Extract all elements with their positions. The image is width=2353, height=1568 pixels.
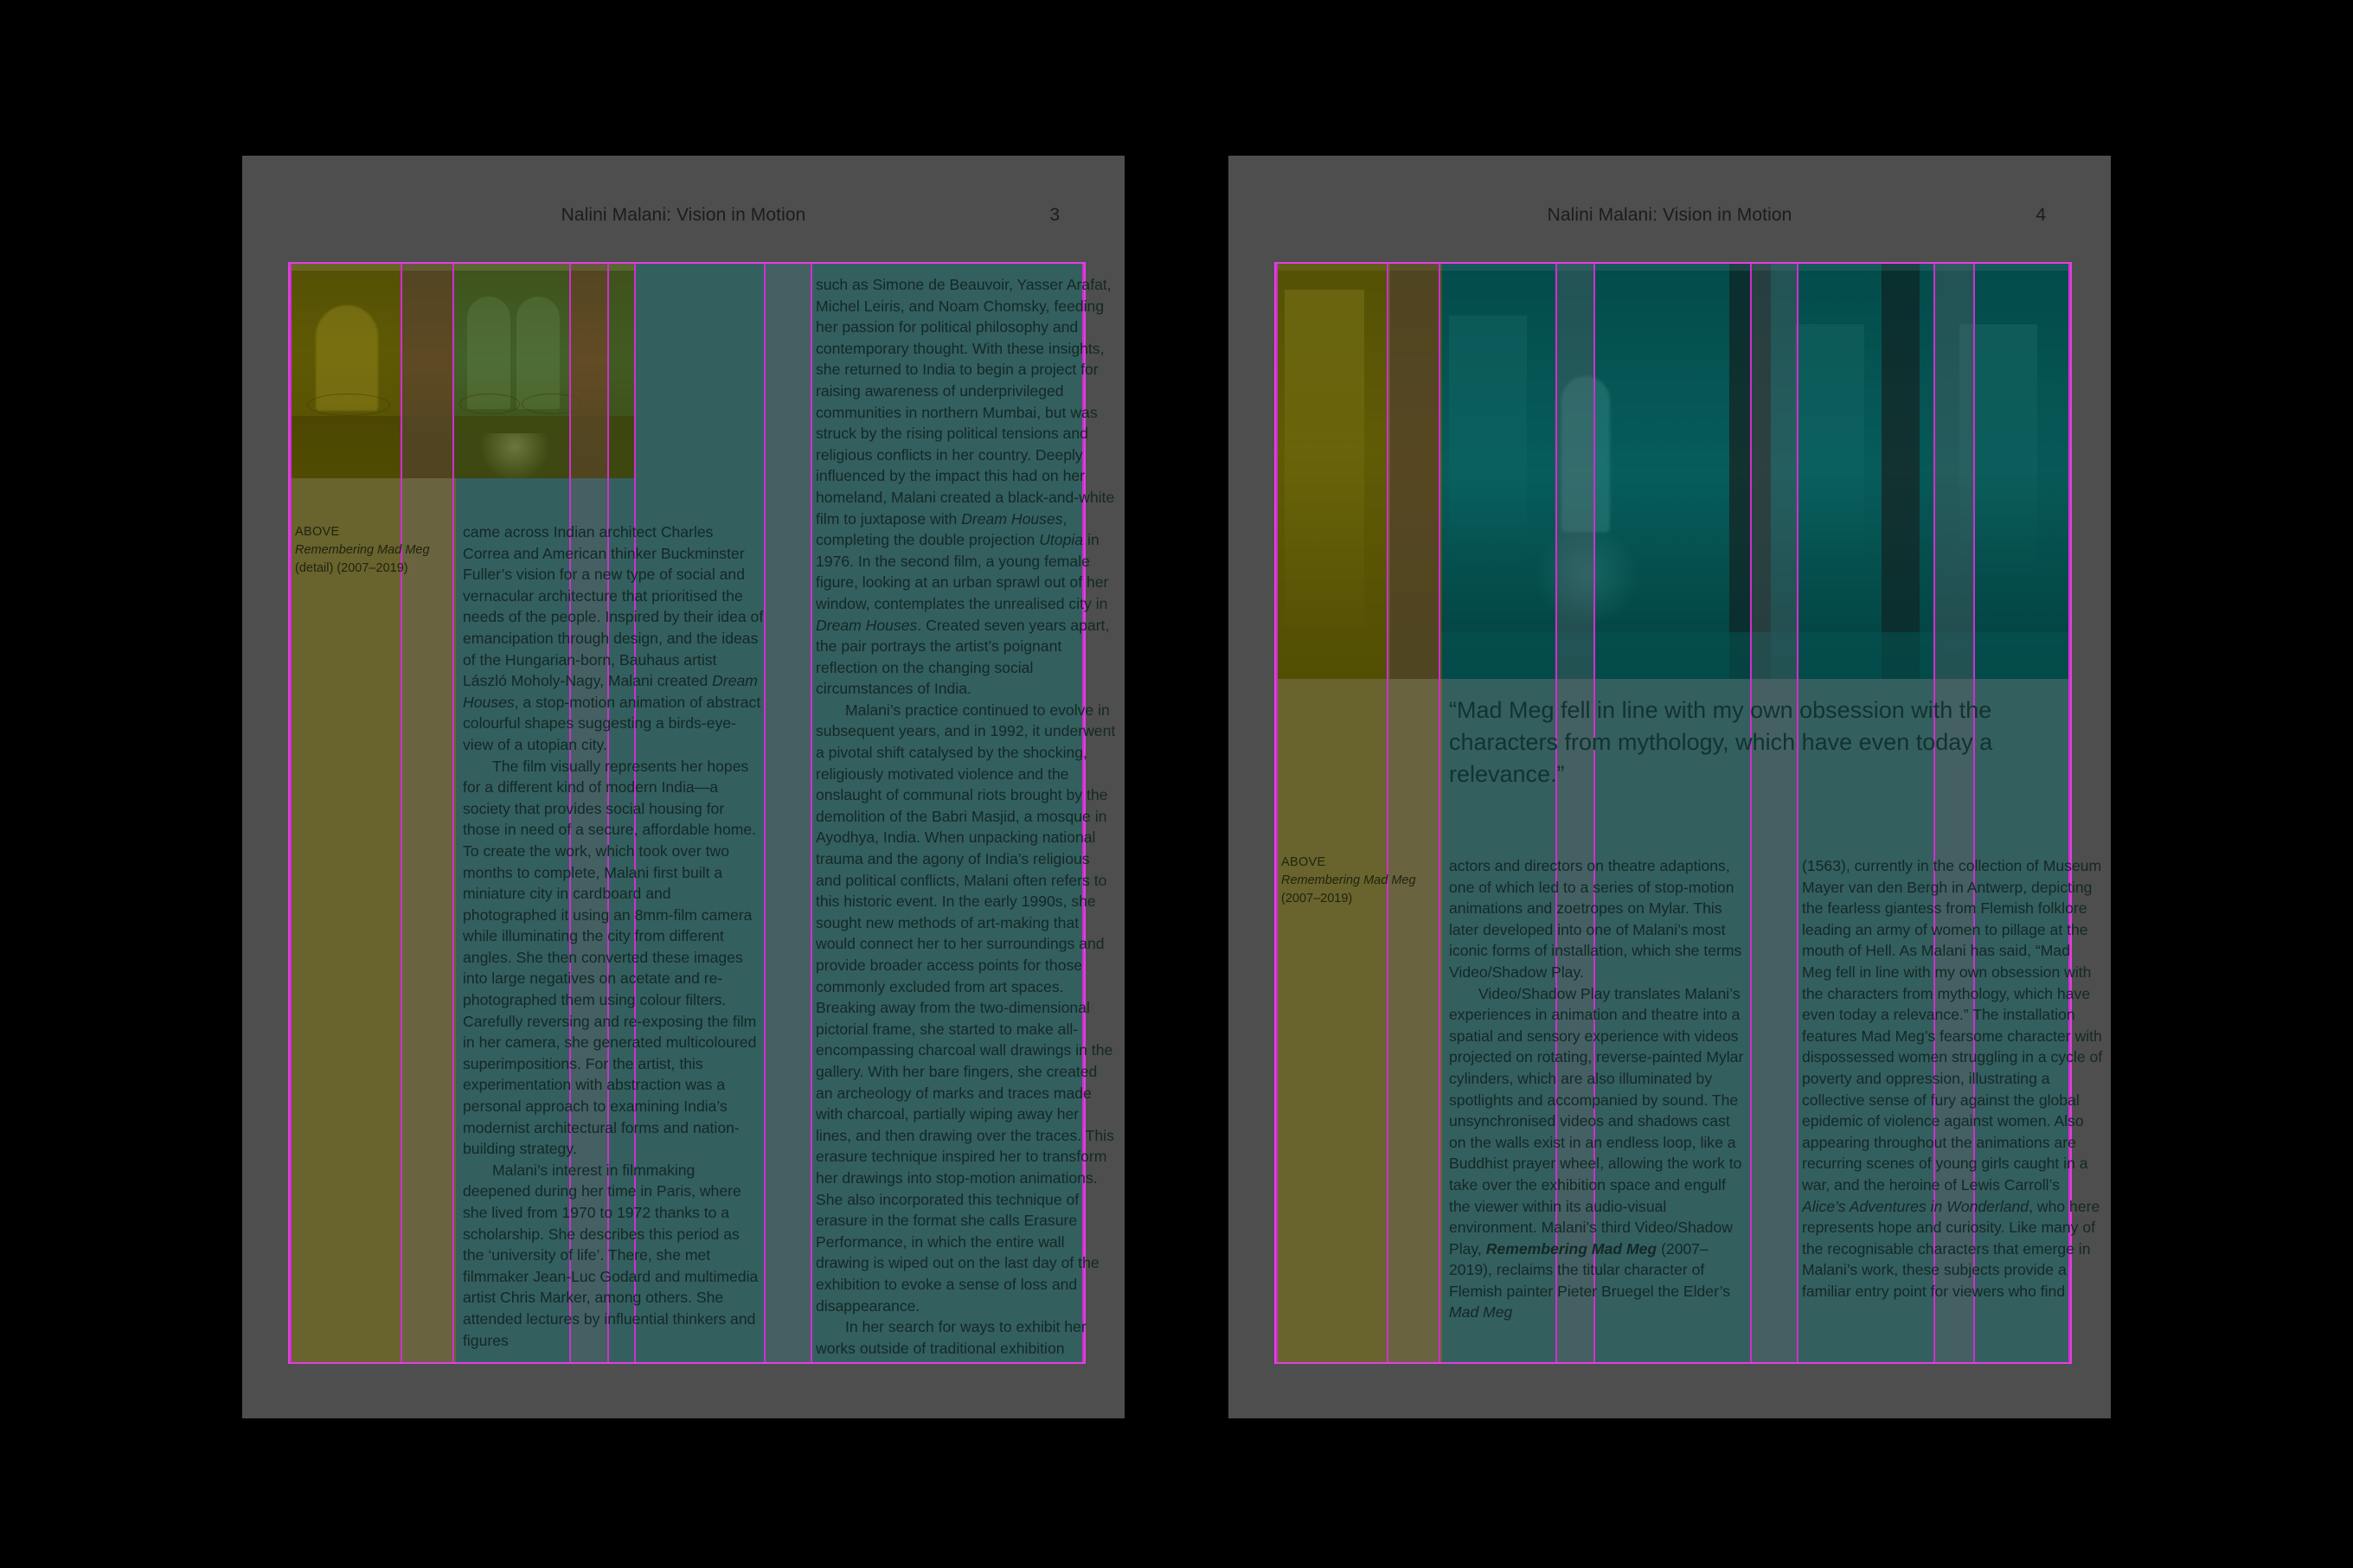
document-viewer[interactable]: Nalini Malani: Vision in Motion 3 ABOVE … xyxy=(0,0,2353,1568)
paragraph: actors and directors on theatre adaption… xyxy=(1449,857,1742,981)
page-right[interactable]: Nalini Malani: Vision in Motion 4 “Mad M… xyxy=(1228,156,2111,1418)
page-header-title: Nalini Malani: Vision in Motion xyxy=(561,205,806,225)
caption-label: ABOVE xyxy=(295,525,340,539)
layout-guide-strip-3 xyxy=(764,264,812,1362)
body-column-left: actors and directors on theatre adaption… xyxy=(1449,855,1750,1359)
pull-quote: “Mad Meg fell in line with my own obsess… xyxy=(1449,697,1993,787)
page-header-right: Nalini Malani: Vision in Motion 4 xyxy=(1228,156,2111,251)
paragraph: came across Indian architect Charles Cor… xyxy=(463,523,764,753)
caption-detail: (2007–2019) xyxy=(1281,892,1353,906)
paragraph: such as Simone de Beauvoir, Yasser Arafa… xyxy=(816,276,1115,698)
content-frame-left: ABOVE Remembering Mad Meg (detail) (2007… xyxy=(288,262,1115,1364)
page-header-left: Nalini Malani: Vision in Motion 3 xyxy=(242,156,1125,251)
paragraph: In her search for ways to exhibit her wo… xyxy=(816,1318,1087,1357)
body-column-right: (1563), currently in the collection of M… xyxy=(1802,855,2103,1359)
page-header-title: Nalini Malani: Vision in Motion xyxy=(1547,205,1792,225)
caption-left: ABOVE Remembering Mad Meg (detail) (2007… xyxy=(295,523,451,578)
page-folio-number: 4 xyxy=(2036,205,2046,225)
paragraph: The film visually represents her hopes f… xyxy=(463,757,757,1158)
paragraph: Video/Shadow Play translates Malani’s ex… xyxy=(1449,984,1744,1322)
artwork-remembering-mad-meg-detail xyxy=(290,264,636,478)
caption-right: ABOVE Remembering Mad Meg (2007–2019) xyxy=(1281,854,1437,908)
content-frame-right: “Mad Meg fell in line with my own obsess… xyxy=(1274,262,2102,1364)
page-left[interactable]: Nalini Malani: Vision in Motion 3 ABOVE … xyxy=(242,156,1125,1418)
body-column-right: such as Simone de Beauvoir, Yasser Arafa… xyxy=(816,274,1117,1359)
caption-title: Remembering Mad Meg xyxy=(295,543,430,557)
caption-label: ABOVE xyxy=(1281,855,1326,869)
page-folio-number: 3 xyxy=(1049,205,1060,225)
paragraph: (1563), currently in the collection of M… xyxy=(1802,857,2103,1300)
artwork-remembering-mad-meg xyxy=(1276,264,2070,679)
caption-detail: (detail) (2007–2019) xyxy=(295,561,408,575)
paragraph: Malani’s interest in filmmaking deepened… xyxy=(463,1161,759,1349)
caption-title: Remembering Mad Meg xyxy=(1281,874,1416,887)
body-column-left: came across Indian architect Charles Cor… xyxy=(463,522,764,1359)
paragraph: Malani’s practice continued to evolve in… xyxy=(816,701,1116,1315)
